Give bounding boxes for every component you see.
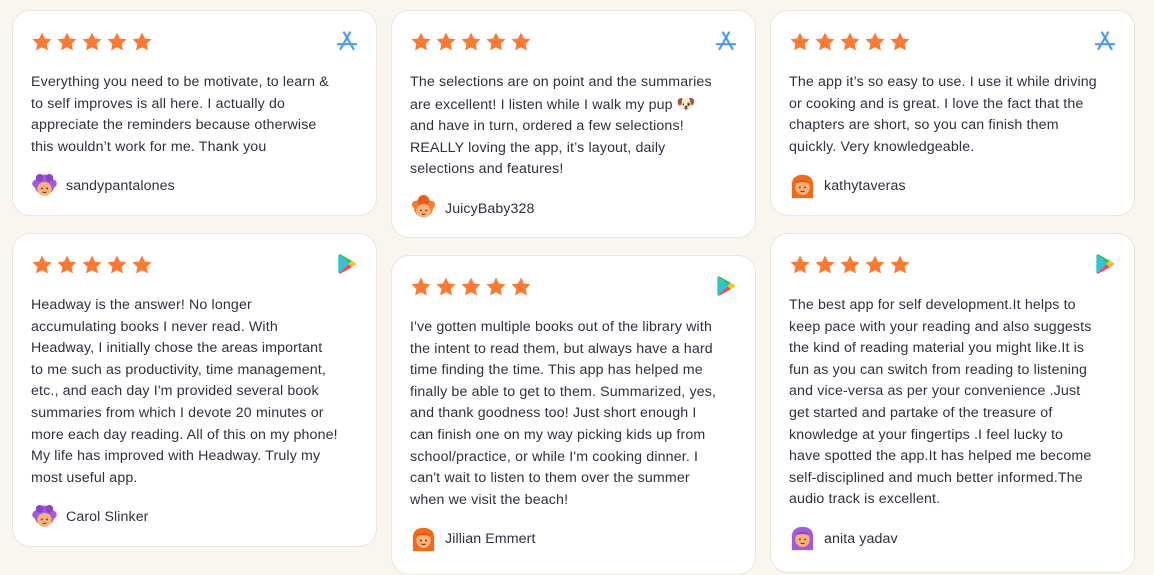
- avatar-purple-hair-icon: [31, 173, 58, 200]
- star-icon: [106, 31, 128, 53]
- review-text: The selections are on point and the summ…: [410, 72, 737, 181]
- author-name: sandypantalones: [66, 178, 175, 195]
- review-author: kathytaveras: [789, 172, 1116, 200]
- google-play-icon: [335, 252, 359, 276]
- star-icon: [485, 31, 507, 53]
- star-icon: [789, 31, 811, 53]
- avatar-orange-long-hair-icon: [410, 526, 437, 553]
- review-card: The best app for self development.It hel…: [770, 233, 1135, 573]
- star-icon: [460, 31, 482, 53]
- avatar-purple-long-hair-icon: [789, 525, 816, 552]
- author-name: JuicyBaby328: [445, 200, 535, 217]
- review-author: JuicyBaby328: [410, 195, 737, 223]
- star-icon: [864, 31, 886, 53]
- review-card: I've gotten multiple books out of the li…: [391, 255, 756, 575]
- star-icon: [131, 31, 153, 53]
- star-rating: [31, 252, 358, 277]
- star-rating: [410, 274, 737, 299]
- star-icon: [889, 31, 911, 53]
- star-icon: [864, 254, 886, 276]
- star-icon: [410, 31, 432, 53]
- review-card: The app it’s so easy to use. I use it wh…: [770, 10, 1135, 216]
- star-icon: [889, 254, 911, 276]
- star-icon: [81, 31, 103, 53]
- review-card: The selections are on point and the summ…: [391, 10, 756, 238]
- star-icon: [56, 31, 78, 53]
- avatar-purple-hair-icon: [31, 504, 58, 531]
- review-text-part: and have in turn, ordered a few selectio…: [410, 118, 684, 178]
- review-text-part: The selections are on point and the summ…: [410, 74, 712, 113]
- star-rating: [789, 252, 1116, 277]
- avatar-orange-long-hair-icon: [789, 173, 816, 200]
- google-play-icon: [1093, 252, 1117, 276]
- star-icon: [814, 254, 836, 276]
- author-name: Jillian Emmert: [445, 531, 536, 548]
- star-icon: [839, 254, 861, 276]
- review-text: Headway is the answer! No longer accumul…: [31, 297, 338, 486]
- review-text: Everything you need to be motivate, to l…: [31, 74, 329, 155]
- dog-emoji-icon: 🐶: [676, 95, 696, 113]
- star-icon: [81, 254, 103, 276]
- review-text: The app it’s so easy to use. I use it wh…: [789, 74, 1097, 155]
- review-author: Carol Slinker: [31, 503, 358, 531]
- review-author: Jillian Emmert: [410, 525, 737, 553]
- star-icon: [839, 31, 861, 53]
- star-icon: [410, 276, 432, 298]
- author-name: kathytaveras: [824, 178, 906, 195]
- star-icon: [460, 276, 482, 298]
- star-icon: [789, 254, 811, 276]
- review-card: Everything you need to be motivate, to l…: [12, 10, 377, 216]
- google-play-icon: [714, 274, 738, 298]
- review-card: Headway is the answer! No longer accumul…: [12, 233, 377, 547]
- app-store-icon: [714, 29, 738, 53]
- star-icon: [31, 31, 53, 53]
- author-name: anita yadav: [824, 530, 898, 547]
- star-rating: [31, 29, 358, 54]
- app-store-icon: [1093, 29, 1117, 53]
- review-author: anita yadav: [789, 525, 1116, 553]
- star-rating: [410, 29, 737, 54]
- star-icon: [131, 254, 153, 276]
- star-icon: [510, 276, 532, 298]
- star-icon: [814, 31, 836, 53]
- review-author: sandypantalones: [31, 172, 358, 200]
- review-text: The best app for self development.It hel…: [789, 297, 1092, 508]
- review-text: I've gotten multiple books out of the li…: [410, 319, 717, 508]
- star-icon: [106, 254, 128, 276]
- star-rating: [789, 29, 1116, 54]
- star-icon: [435, 31, 457, 53]
- star-icon: [56, 254, 78, 276]
- author-name: Carol Slinker: [66, 509, 149, 526]
- star-icon: [510, 31, 532, 53]
- star-icon: [31, 254, 53, 276]
- app-store-icon: [335, 29, 359, 53]
- star-icon: [485, 276, 507, 298]
- avatar-orange-hair-icon: [410, 195, 437, 222]
- star-icon: [435, 276, 457, 298]
